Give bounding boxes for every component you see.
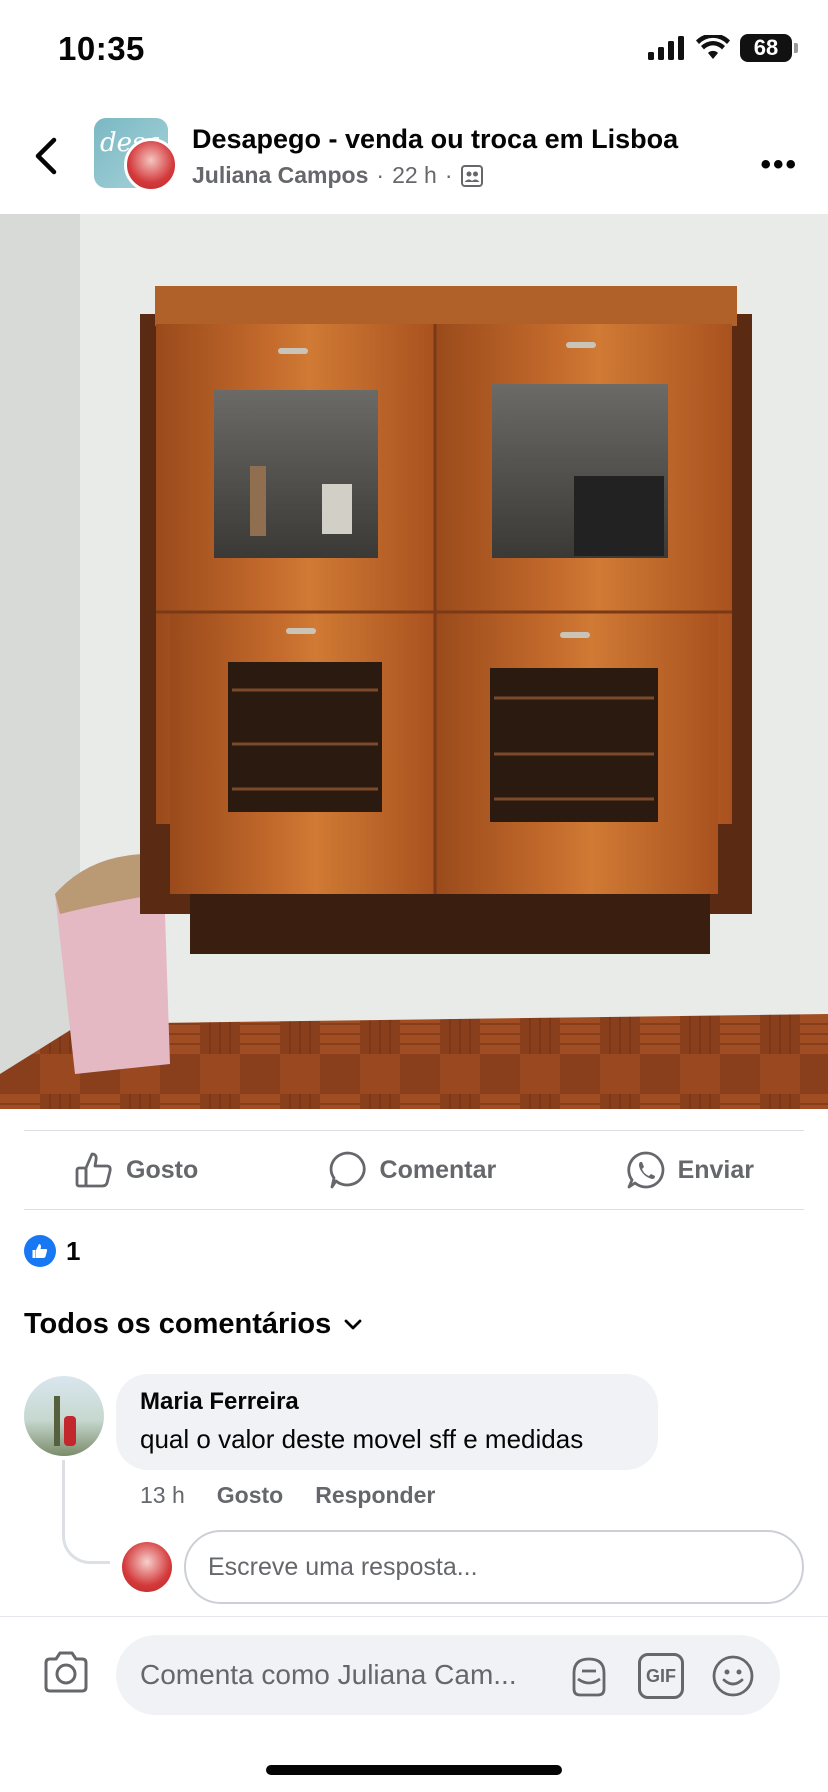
post-meta: Juliana Campos · 22 h · (192, 162, 483, 189)
group-audience-icon (460, 164, 483, 187)
reactions-summary[interactable]: 1 (24, 1235, 80, 1267)
comments-heading-label: Todos os comentários (24, 1308, 332, 1340)
reply-avatar (122, 1542, 172, 1592)
comment-input[interactable] (140, 1635, 570, 1715)
reply-thread-line (62, 1460, 110, 1564)
comment-like-button[interactable]: Gosto (217, 1482, 283, 1509)
send-button[interactable]: Enviar (626, 1150, 754, 1190)
comment-label: Comentar (379, 1155, 497, 1184)
meta-separator: · (444, 162, 453, 188)
camera-icon[interactable] (40, 1647, 92, 1699)
home-indicator[interactable] (266, 1765, 562, 1775)
comment-author[interactable]: Maria Ferreira (140, 1388, 634, 1416)
comment-field[interactable]: GIF (116, 1635, 780, 1715)
battery-indicator: 68 (740, 34, 798, 62)
gif-label: GIF (646, 1665, 676, 1686)
post-author[interactable]: Juliana Campos (192, 162, 368, 189)
cellular-signal-icon (648, 36, 684, 60)
avatar-sticker-icon[interactable] (566, 1653, 612, 1699)
comment-bubble[interactable]: Maria Ferreira qual o valor deste movel … (116, 1374, 658, 1470)
emoji-icon[interactable] (710, 1653, 756, 1699)
comment-actions: 13 h Gosto Responder (140, 1482, 435, 1509)
wifi-icon (696, 35, 730, 59)
battery-level: 68 (753, 35, 779, 60)
chevron-down-icon (344, 1319, 362, 1329)
comments-filter[interactable]: Todos os comentários (24, 1308, 363, 1341)
comment-text: qual o valor deste movel sff e medidas (140, 1424, 584, 1454)
post-photo[interactable] (0, 214, 828, 1109)
group-name[interactable]: Desapego - venda ou troca em Lisboa (192, 124, 678, 155)
status-time: 10:35 (58, 30, 145, 67)
like-label: Gosto (126, 1155, 199, 1184)
author-avatar[interactable] (124, 138, 178, 192)
thumbs-up-icon (75, 1152, 112, 1188)
like-button[interactable]: Gosto (74, 1150, 198, 1190)
post-header: desa Desapego - venda ou troca em Lisboa… (0, 96, 828, 214)
like-reaction-icon (24, 1235, 56, 1267)
cabinet-photo (0, 214, 828, 1109)
commenter-avatar[interactable] (24, 1376, 104, 1456)
meta-separator: · (376, 162, 385, 188)
comment-reply-button[interactable]: Responder (315, 1482, 435, 1509)
back-arrow-icon[interactable] (30, 136, 66, 176)
send-label: Enviar (677, 1155, 754, 1184)
comment-time: 13 h (140, 1482, 185, 1508)
reply-input[interactable] (184, 1530, 804, 1604)
reaction-count: 1 (66, 1235, 81, 1266)
post-action-bar: Gosto Comentar Enviar (24, 1130, 804, 1210)
comment-composer: GIF (0, 1616, 828, 1736)
post-time[interactable]: 22 h (392, 162, 437, 189)
status-icons: 68 (648, 34, 798, 62)
more-options-icon[interactable]: ••• (760, 148, 798, 182)
whatsapp-icon (626, 1151, 664, 1189)
comment-bubble-icon (329, 1151, 366, 1189)
status-bar: 10:35 68 (0, 0, 828, 96)
gif-icon[interactable]: GIF (638, 1653, 684, 1699)
comment-button[interactable]: Comentar (328, 1150, 497, 1190)
